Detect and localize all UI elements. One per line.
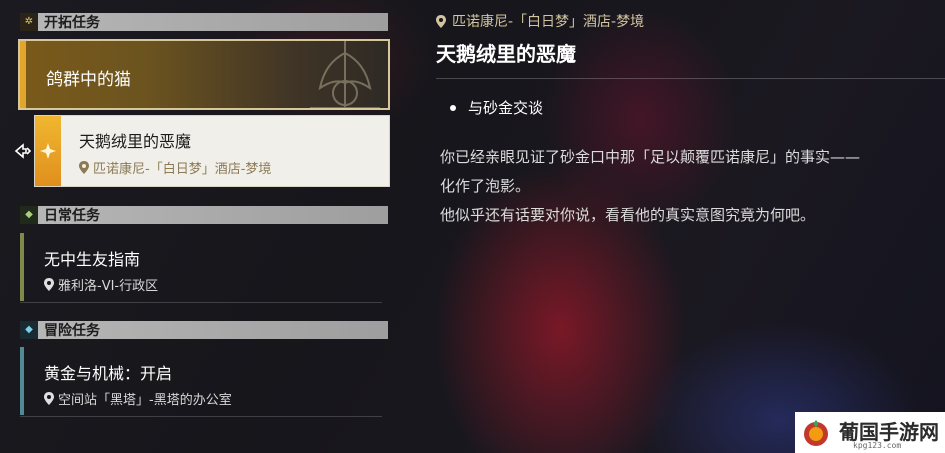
adventure-icon: ◆ (20, 321, 38, 339)
objective-item: 与砂金交谈 (450, 97, 543, 118)
detail-location-label: 匹诺康尼-「白日梦」酒店-梦境 (452, 14, 645, 30)
watermark-logo-icon (804, 419, 828, 446)
divider (436, 78, 945, 79)
quest-location: 空间站「黑塔」-黑塔的办公室 (44, 389, 232, 408)
section-label: 开拓任务 (44, 15, 100, 31)
detail-location: 匹诺康尼-「白日梦」酒店-梦境 (436, 11, 644, 31)
section-label: 冒险任务 (44, 323, 100, 339)
quest-location: 匹诺康尼-「白日梦」酒店-梦境 (79, 158, 271, 177)
quest-location: 雅利洛-VI-行政区 (44, 275, 158, 294)
quest-title: 无中生友指南 (44, 250, 141, 269)
quest-title: 鸽群中的猫 (46, 70, 131, 90)
description-line: 他似乎还有话要对你说，看看他的真实意图究竟为何吧。 (440, 206, 816, 224)
trailblaze-icon (35, 116, 61, 186)
section-header-daily: ◆ 日常任务 (20, 206, 388, 224)
description-line: 化作了泡影。 (440, 177, 531, 195)
watermark: 葡国手游网 kpg123.com (795, 412, 945, 453)
objective-label: 与砂金交谈 (468, 99, 544, 117)
quest-title: 天鹅绒里的恶魔 (79, 132, 192, 151)
section-label: 日常任务 (44, 208, 100, 224)
quest-item-selected[interactable]: 天鹅绒里的恶魔 匹诺康尼-「白日梦」酒店-梦境 (34, 115, 390, 187)
detail-title: 天鹅绒里的恶魔 (436, 42, 576, 66)
watermark-url: kpg123.com (853, 441, 902, 450)
quest-item-daily[interactable]: 无中生友指南 雅利洛-VI-行政区 (20, 233, 382, 303)
quest-location-label: 雅利洛-VI-行政区 (58, 279, 159, 294)
detail-description: 你已经亲眼见证了砂金口中那「足以颠覆匹诺康尼」的事实—— 化作了泡影。 他似乎还… (440, 143, 945, 230)
location-pin-icon (44, 278, 54, 291)
quest-item-adventure[interactable]: 黄金与机械：开启 空间站「黑塔」-黑塔的办公室 (20, 347, 382, 417)
location-pin-icon (44, 392, 54, 405)
location-pin-icon (436, 14, 446, 28)
section-header-trailblaze: ✲ 开拓任务 (20, 13, 388, 31)
emblem-icon (310, 41, 380, 108)
location-pin-icon (79, 161, 89, 174)
quest-title: 黄金与机械：开启 (44, 364, 173, 383)
quest-location-label: 匹诺康尼-「白日梦」酒店-梦境 (93, 162, 272, 177)
quest-accent-bar (20, 233, 24, 301)
quest-accent-bar (20, 41, 26, 108)
quest-location-label: 空间站「黑塔」-黑塔的办公室 (58, 393, 232, 408)
description-line: 你已经亲眼见证了砂金口中那「足以颠覆匹诺康尼」的事实—— (440, 148, 861, 166)
quest-accent-bar (20, 347, 24, 415)
daily-icon: ◆ (20, 206, 38, 224)
bullet-icon (450, 104, 456, 111)
selection-arrow-icon (14, 143, 32, 159)
quest-item-pigeons[interactable]: 鸽群中的猫 (18, 39, 390, 110)
trailblaze-icon: ✲ (20, 13, 38, 31)
section-header-adventure: ◆ 冒险任务 (20, 321, 388, 339)
